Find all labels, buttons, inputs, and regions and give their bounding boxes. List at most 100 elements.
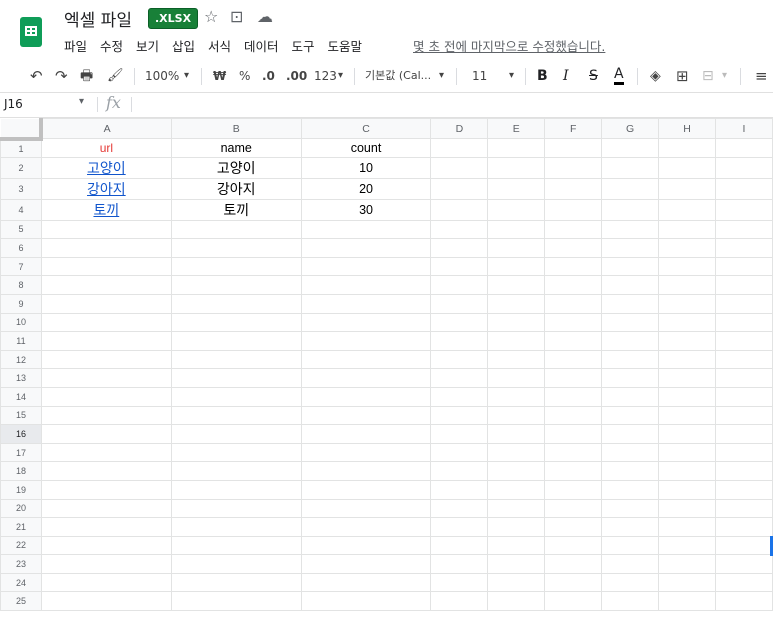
url-link[interactable]: 강아지 — [87, 181, 126, 197]
cell-h14[interactable] — [658, 386, 716, 407]
cell-i20[interactable] — [714, 498, 773, 519]
cell-b9[interactable] — [170, 293, 302, 314]
cell-h8[interactable] — [658, 275, 716, 295]
cell-d4[interactable] — [430, 198, 489, 221]
cell-b12[interactable] — [170, 349, 302, 370]
cell-e11[interactable] — [487, 331, 546, 351]
cell-b4[interactable]: 토끼 — [170, 198, 302, 221]
cell-g4[interactable] — [601, 198, 660, 221]
cell-c24[interactable] — [300, 572, 432, 593]
cell-f14[interactable] — [544, 386, 603, 407]
cell-h9[interactable] — [658, 293, 716, 314]
merge-cells-icon[interactable]: ⊟ — [702, 67, 714, 85]
cell-a13[interactable] — [40, 368, 172, 388]
menu-help[interactable]: 도움말 — [328, 39, 363, 54]
cell-d10[interactable] — [430, 312, 489, 333]
column-header-g[interactable]: G — [601, 118, 660, 139]
cell-c22[interactable] — [300, 535, 432, 556]
cell-f6[interactable] — [544, 238, 603, 258]
row-header[interactable]: 13 — [0, 368, 42, 388]
cell-a18[interactable] — [40, 461, 172, 481]
cell-f20[interactable] — [544, 498, 603, 519]
cell-f13[interactable] — [544, 368, 603, 388]
cell-i10[interactable] — [714, 312, 773, 333]
row-header[interactable]: 24 — [0, 572, 42, 593]
cell-b23[interactable] — [170, 554, 302, 574]
url-link[interactable]: 고양이 — [87, 160, 126, 176]
font-family-select[interactable]: 기본값 (Cal... — [365, 67, 431, 85]
menu-format[interactable]: 서식 — [208, 39, 231, 54]
column-header-e[interactable]: E — [487, 118, 546, 139]
cell-a17[interactable] — [40, 442, 172, 463]
cell-c16[interactable] — [300, 424, 432, 444]
cell-b25[interactable] — [170, 591, 302, 612]
cell-a4[interactable]: 토끼 — [40, 198, 172, 221]
redo-icon[interactable]: ↷ — [55, 67, 68, 85]
cell-g25[interactable] — [601, 591, 660, 612]
cell-c14[interactable] — [300, 386, 432, 407]
decrease-decimal-button[interactable]: .0 — [262, 67, 275, 85]
row-header[interactable]: 22 — [0, 535, 42, 556]
cell-d21[interactable] — [430, 517, 489, 537]
cell-e22[interactable] — [487, 535, 546, 556]
cell-c5[interactable] — [300, 219, 432, 240]
cell-b5[interactable] — [170, 219, 302, 240]
cell-f16[interactable] — [544, 424, 603, 444]
cell-f1[interactable] — [544, 138, 603, 158]
cell-h18[interactable] — [658, 461, 716, 481]
cell-h2[interactable] — [658, 156, 716, 179]
cell-c3[interactable]: 20 — [300, 177, 432, 200]
row-header[interactable]: 25 — [0, 591, 42, 612]
row-header[interactable]: 18 — [0, 461, 42, 481]
cell-f18[interactable] — [544, 461, 603, 481]
cell-e18[interactable] — [487, 461, 546, 481]
cell-c8[interactable] — [300, 275, 432, 295]
cell-h20[interactable] — [658, 498, 716, 519]
cell-e17[interactable] — [487, 442, 546, 463]
cell-c19[interactable] — [300, 479, 432, 500]
cell-e19[interactable] — [487, 479, 546, 500]
column-header-i[interactable]: I — [714, 118, 773, 139]
cell-a24[interactable] — [40, 572, 172, 593]
row-header[interactable]: 2 — [0, 156, 42, 179]
cell-g11[interactable] — [601, 331, 660, 351]
cell-i1[interactable] — [714, 138, 773, 158]
cell-a11[interactable] — [40, 331, 172, 351]
cell-h17[interactable] — [658, 442, 716, 463]
text-color-button[interactable]: A — [614, 67, 624, 85]
cell-e21[interactable] — [487, 517, 546, 537]
row-header[interactable]: 20 — [0, 498, 42, 519]
cell-b3[interactable]: 강아지 — [170, 177, 302, 200]
cell-g13[interactable] — [601, 368, 660, 388]
cell-e16[interactable] — [487, 424, 546, 444]
cell-b20[interactable] — [170, 498, 302, 519]
strikethrough-button[interactable]: S — [589, 67, 598, 85]
cell-g9[interactable] — [601, 293, 660, 314]
cell-f24[interactable] — [544, 572, 603, 593]
cell-g17[interactable] — [601, 442, 660, 463]
cell-e13[interactable] — [487, 368, 546, 388]
cell-g16[interactable] — [601, 424, 660, 444]
cell-b21[interactable] — [170, 517, 302, 537]
cell-b19[interactable] — [170, 479, 302, 500]
cell-i15[interactable] — [714, 405, 773, 426]
italic-button[interactable]: I — [563, 67, 569, 85]
cell-h16[interactable] — [658, 424, 716, 444]
cell-f23[interactable] — [544, 554, 603, 574]
cell-i8[interactable] — [714, 275, 773, 295]
cell-i23[interactable] — [714, 554, 773, 574]
cell-f2[interactable] — [544, 156, 603, 179]
menu-edit[interactable]: 수정 — [100, 39, 123, 54]
undo-icon[interactable]: ↶ — [30, 67, 43, 85]
row-header[interactable]: 9 — [0, 293, 42, 314]
cell-c4[interactable]: 30 — [300, 198, 432, 221]
cell-c10[interactable] — [300, 312, 432, 333]
cell-i12[interactable] — [714, 349, 773, 370]
cell-h4[interactable] — [658, 198, 716, 221]
cell-e3[interactable] — [487, 177, 546, 200]
cell-i3[interactable] — [714, 177, 773, 200]
cell-f21[interactable] — [544, 517, 603, 537]
cell-h21[interactable] — [658, 517, 716, 537]
column-header-b[interactable]: B — [170, 118, 302, 139]
cell-b16[interactable] — [170, 424, 302, 444]
